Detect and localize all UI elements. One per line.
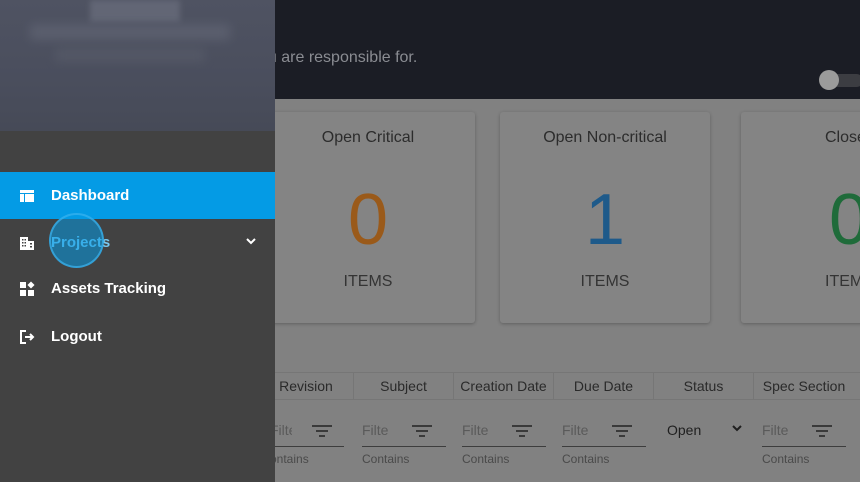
card-count: 0: [829, 180, 860, 260]
filter-mode[interactable]: Contains: [362, 452, 409, 466]
nav-item-assets-tracking[interactable]: Assets Tracking: [0, 265, 275, 312]
logout-icon: [19, 329, 35, 345]
filter-spec-section[interactable]: Filte Contains: [762, 414, 847, 474]
dashboard-icon: [19, 188, 35, 204]
filter-mode[interactable]: Contains: [462, 452, 509, 466]
filter-mode[interactable]: Contains: [562, 452, 609, 466]
column-header-subject[interactable]: Subject: [354, 373, 454, 400]
blurred-avatar: [90, 0, 180, 22]
blurred-user-name: [30, 24, 230, 40]
chevron-down-icon: [731, 422, 743, 437]
filter-input[interactable]: Filte: [462, 422, 492, 438]
filter-subject[interactable]: Filte Contains: [362, 414, 447, 474]
card-title: Open Non-critical: [543, 129, 667, 146]
filter-mode[interactable]: Contains: [762, 452, 809, 466]
column-header-status[interactable]: Status: [654, 373, 754, 400]
nav-item-label: Assets Tracking: [51, 280, 167, 297]
filter-input[interactable]: Filte: [762, 422, 792, 438]
nav-item-label: Logout: [51, 328, 102, 345]
nav-item-dashboard[interactable]: Dashboard: [0, 172, 275, 219]
card-unit: ITEMS: [343, 273, 393, 290]
filter-due-date[interactable]: Filte Contains: [562, 414, 647, 474]
table-header: Revision Subject Creation Date Due Date …: [259, 372, 860, 400]
card-count: 1: [584, 180, 626, 260]
card-unit: ITEMS: [580, 273, 630, 290]
filter-underline: [270, 446, 344, 447]
nav-item-label: Projects: [51, 234, 111, 251]
widgets-icon: [19, 281, 35, 297]
chevron-down-icon[interactable]: [243, 233, 259, 249]
column-header-spec-section[interactable]: Spec Section: [754, 373, 854, 400]
building-icon: [19, 235, 35, 251]
nav-item-label: Dashboard: [51, 187, 130, 204]
nav-item-projects[interactable]: Projects: [0, 219, 275, 266]
filter-underline: [362, 446, 446, 447]
drawer-profile-banner: [0, 0, 275, 131]
open-critical-card[interactable]: Open Critical 0 ITEMS: [261, 112, 475, 323]
column-header-due-date[interactable]: Due Date: [554, 373, 654, 400]
filter-icon[interactable]: [312, 425, 332, 439]
filter-input[interactable]: Filte: [562, 422, 592, 438]
status-filter-select[interactable]: Open: [667, 422, 745, 438]
filter-underline: [562, 446, 646, 447]
navigation-drawer: Dashboard Projects Assets Tracking Logou…: [0, 0, 275, 482]
closed-card[interactable]: Close 0 ITEM: [741, 112, 860, 323]
filter-icon[interactable]: [612, 425, 632, 439]
page-subtitle: ou are responsible for.: [259, 49, 418, 66]
toggle-knob: [819, 70, 839, 90]
filter-mode[interactable]: ontains: [270, 452, 309, 466]
filter-underline: [462, 446, 546, 447]
card-count: 0: [347, 180, 389, 260]
card-title: Close: [825, 129, 860, 146]
card-title: Open Critical: [321, 129, 415, 146]
filter-icon[interactable]: [812, 425, 832, 439]
filter-input[interactable]: Filte: [362, 422, 392, 438]
filter-icon[interactable]: [412, 425, 432, 439]
theme-toggle[interactable]: [819, 70, 860, 90]
filter-underline: [762, 446, 846, 447]
blurred-user-email: [55, 48, 205, 62]
open-noncritical-card[interactable]: Open Non-critical 1 ITEMS: [500, 112, 710, 323]
column-header-creation-date[interactable]: Creation Date: [454, 373, 554, 400]
card-unit: ITEM: [825, 273, 860, 290]
filter-creation-date[interactable]: Filte Contains: [462, 414, 547, 474]
nav-item-logout[interactable]: Logout: [0, 313, 275, 360]
filter-icon[interactable]: [512, 425, 532, 439]
filter-revision[interactable]: Filte ontains: [270, 414, 350, 474]
status-filter-value: Open: [667, 422, 702, 438]
